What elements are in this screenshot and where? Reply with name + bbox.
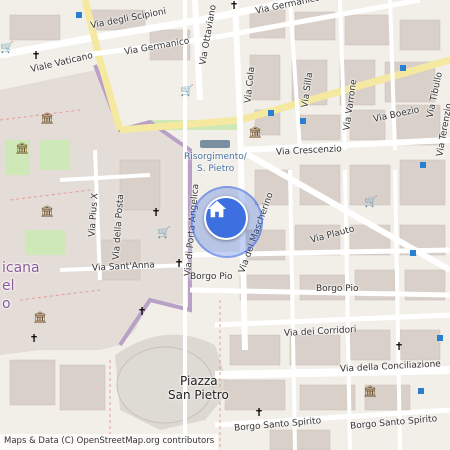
museum-icon[interactable]: 🏛 (40, 113, 54, 125)
shop-icon[interactable]: 🛒 (0, 42, 14, 54)
shop-icon[interactable]: 🛒 (157, 227, 171, 239)
place-label: icana (2, 260, 40, 276)
street-label: Borgo Pio (190, 272, 233, 282)
church-icon[interactable]: ✝ (136, 306, 148, 318)
map-view[interactable]: ✝ ✝ ✝ ✝ ✝ ✝ ✝ ✝ 🏛 🏛 🏛 🏛 🏛 🏛 🛒 🛒 🛒 🛒 Via … (0, 0, 450, 450)
bus-stop-icon[interactable] (437, 335, 443, 341)
bus-stop-icon[interactable] (300, 118, 306, 124)
museum-icon[interactable]: 🏛 (40, 206, 54, 218)
place-label: el (2, 278, 15, 294)
church-icon[interactable]: ✝ (228, 0, 240, 12)
church-icon[interactable]: ✝ (28, 333, 40, 345)
shop-icon[interactable]: 🛒 (180, 85, 194, 97)
home-icon (207, 200, 227, 218)
map-attribution[interactable]: Maps & Data (C) OpenStreetMap.org contri… (0, 434, 219, 450)
museum-icon[interactable]: 🏛 (248, 127, 262, 139)
bus-stop-icon[interactable] (410, 250, 416, 256)
church-icon[interactable]: ✝ (30, 50, 42, 62)
bus-stop-icon[interactable] (268, 110, 274, 116)
location-marker[interactable] (204, 196, 248, 240)
metro-station-label: S. Pietro (197, 164, 235, 174)
shop-icon[interactable]: 🛒 (364, 196, 378, 208)
place-label: Piazza (180, 374, 218, 388)
church-icon[interactable]: ✝ (150, 207, 162, 219)
bus-stop-icon[interactable] (400, 65, 406, 71)
museum-icon[interactable]: 🏛 (15, 143, 29, 155)
church-icon[interactable]: ✝ (253, 407, 265, 419)
metro-station-label: Risorgimento/ (184, 152, 247, 162)
street-label: Borgo Pio (316, 284, 359, 294)
museum-icon[interactable]: 🏛 (363, 386, 377, 398)
church-icon[interactable]: ✝ (393, 341, 405, 353)
bus-stop-icon[interactable] (76, 12, 82, 18)
bus-stop-icon[interactable] (418, 388, 424, 394)
place-label: San Pietro (168, 388, 229, 402)
place-label: o (2, 296, 11, 312)
museum-icon[interactable]: 🏛 (33, 312, 47, 324)
bus-stop-icon[interactable] (420, 162, 426, 168)
